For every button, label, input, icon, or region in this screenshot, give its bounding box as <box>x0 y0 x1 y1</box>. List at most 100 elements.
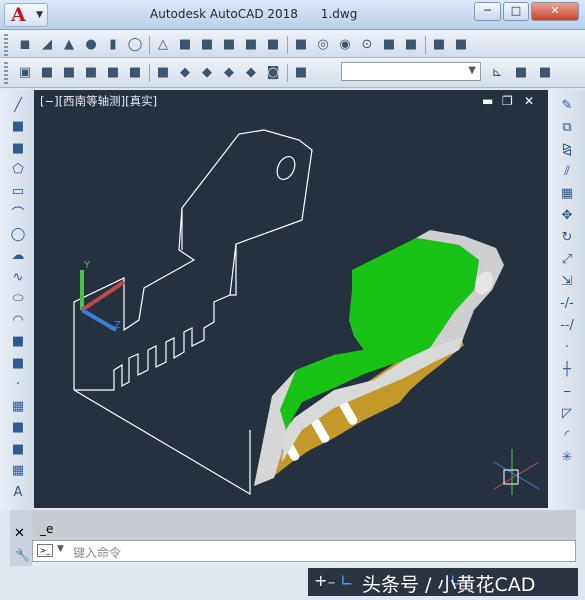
array-icon[interactable]: ▦ <box>558 184 576 202</box>
minimize-button[interactable]: ─ <box>474 2 501 21</box>
spline-icon[interactable]: ∿ <box>9 268 27 286</box>
box-icon[interactable]: ◼ <box>16 35 34 53</box>
nw-iso-icon[interactable]: ◆ <box>242 63 260 81</box>
ucs-world-icon[interactable]: ■ <box>512 63 530 81</box>
move-icon[interactable]: ✥ <box>558 206 576 224</box>
scale-icon[interactable]: ⤢ <box>558 250 576 268</box>
top-view-icon[interactable]: ■ <box>38 63 56 81</box>
circle-icon[interactable]: ◯ <box>9 225 27 243</box>
extend-icon[interactable]: --/ <box>558 316 576 334</box>
right-view-icon[interactable]: ■ <box>104 63 122 81</box>
se-iso-icon[interactable]: ◆ <box>198 63 216 81</box>
intersect-icon[interactable]: ⊙ <box>358 35 376 53</box>
toolbar-separator <box>149 64 150 82</box>
ne-iso-icon[interactable]: ◆ <box>220 63 238 81</box>
construction-line-icon[interactable]: ■ <box>9 118 27 136</box>
3d-rotate-icon[interactable]: ■ <box>402 35 420 53</box>
ucs-y-label: Y <box>83 260 91 271</box>
command-prompt-icon[interactable]: >_ <box>37 544 53 557</box>
arc-icon[interactable]: ⌒ <box>9 204 27 222</box>
named-views-icon[interactable]: ■ <box>292 63 310 81</box>
insert-block-icon[interactable]: ■ <box>9 333 27 351</box>
presspull-icon[interactable]: ■ <box>220 35 238 53</box>
chamfer-icon[interactable]: ◸ <box>558 404 576 422</box>
wedge-icon[interactable]: ◢ <box>38 35 56 53</box>
trim-icon[interactable]: -/- <box>558 294 576 312</box>
revcloud-icon[interactable]: ☁ <box>9 247 27 265</box>
gradient-icon[interactable]: ■ <box>9 419 27 437</box>
toolbar-grip[interactable] <box>4 62 8 84</box>
modeling-toolbar: ◼ ◢ ▲ ● ▮ ◯ △ ■ ■ ■ ■ ■ ■ ◎ ◉ ⊙ ■ ■ ■ ■ <box>0 30 585 58</box>
pyramid-icon[interactable]: △ <box>154 35 172 53</box>
left-view-icon[interactable]: ■ <box>82 63 100 81</box>
ortho-icon[interactable]: ∟ <box>340 571 353 590</box>
cylinder-icon[interactable]: ▮ <box>104 35 122 53</box>
command-close-button[interactable]: ✕ <box>14 526 25 541</box>
explode-icon[interactable]: ✳ <box>558 448 576 466</box>
model-space-icon[interactable]: +− <box>314 571 336 590</box>
maximize-button[interactable]: □ <box>503 2 529 21</box>
planar-surface-icon[interactable]: ■ <box>176 35 194 53</box>
3d-array-icon[interactable]: ■ <box>452 35 470 53</box>
polyline-icon[interactable]: ■ <box>9 139 27 157</box>
mirror-icon[interactable]: ⧎ <box>558 140 576 158</box>
polygon-icon[interactable]: ⬠ <box>9 161 27 179</box>
toolbar-separator <box>287 36 288 54</box>
toolbar-grip[interactable] <box>4 34 8 56</box>
loft-icon[interactable]: ■ <box>292 35 310 53</box>
toolbar-separator <box>149 36 150 54</box>
wrench-icon[interactable]: 🔧 <box>15 548 30 562</box>
offset-icon[interactable]: ⫽ <box>558 162 576 180</box>
break-at-point-icon[interactable]: · <box>558 338 576 356</box>
region-icon[interactable]: ■ <box>9 440 27 458</box>
stretch-icon[interactable]: ⇲ <box>558 272 576 290</box>
mtext-icon[interactable]: A <box>9 483 27 501</box>
3d-align-icon[interactable]: ■ <box>430 35 448 53</box>
sweep-icon[interactable]: ■ <box>242 35 260 53</box>
sw-iso-icon[interactable]: ◆ <box>176 63 194 81</box>
ellipse-arc-icon[interactable]: ◠ <box>9 311 27 329</box>
application-menu-button[interactable]: A ▼ <box>4 3 48 27</box>
cone-icon[interactable]: ▲ <box>60 35 78 53</box>
point-icon[interactable]: · <box>9 376 27 394</box>
table-icon[interactable]: ▦ <box>9 462 27 480</box>
window-title: Autodesk AutoCAD 2018 1.dwg <box>150 7 358 21</box>
view-icon[interactable]: ▣ <box>16 63 34 81</box>
close-button[interactable]: ✕ <box>531 2 579 21</box>
hatch-icon[interactable]: ▦ <box>9 397 27 415</box>
solid-key-model <box>254 230 504 486</box>
erase-icon[interactable]: ✎ <box>558 96 576 114</box>
fillet-icon[interactable]: ◜ <box>558 426 576 444</box>
sphere-icon[interactable]: ● <box>82 35 100 53</box>
join-icon[interactable]: ⎯ <box>558 382 576 400</box>
view-selector-dropdown[interactable]: ▼ <box>341 62 481 81</box>
chevron-down-icon[interactable]: ▼ <box>57 544 64 554</box>
view-toolbar: ▼ ▣ ■ ■ ■ ■ ■ ■ ◆ ◆ ◆ ◆ ◙ ■ ⊾ ■ ■ <box>0 58 585 88</box>
drawing-viewport[interactable]: [−][西南等轴测][真实] ▬ ❐ ✕ Y Z <box>34 90 548 508</box>
back-view-icon[interactable]: ■ <box>154 63 172 81</box>
rotate-icon[interactable]: ↻ <box>558 228 576 246</box>
chevron-down-icon: ▼ <box>36 10 43 20</box>
copy-icon[interactable]: ⧉ <box>558 118 576 136</box>
line-icon[interactable]: ╱ <box>9 96 27 114</box>
break-icon[interactable]: ┼ <box>558 360 576 378</box>
command-history-text: _e <box>40 522 54 536</box>
command-input[interactable]: >_ ▼ 键入命令 <box>32 540 576 562</box>
3d-move-icon[interactable]: ■ <box>380 35 398 53</box>
toolbar-separator <box>287 64 288 82</box>
ucs-icon[interactable]: ⊾ <box>488 63 506 81</box>
ellipse-icon[interactable]: ⬭ <box>9 290 27 308</box>
subtract-icon[interactable]: ◉ <box>336 35 354 53</box>
command-input-placeholder: 键入命令 <box>73 546 122 560</box>
union-icon[interactable]: ◎ <box>314 35 332 53</box>
front-view-icon[interactable]: ■ <box>126 63 144 81</box>
revolve-icon[interactable]: ■ <box>264 35 282 53</box>
torus-icon[interactable]: ◯ <box>126 35 144 53</box>
extrude-icon[interactable]: ■ <box>198 35 216 53</box>
rectangle-icon[interactable]: ▭ <box>9 182 27 200</box>
watermark-text: 头条号 / 小黄花CAD <box>362 574 536 596</box>
make-block-icon[interactable]: ■ <box>9 354 27 372</box>
bottom-view-icon[interactable]: ■ <box>60 63 78 81</box>
camera-icon[interactable]: ◙ <box>264 63 282 81</box>
ucs-previous-icon[interactable]: ■ <box>536 63 554 81</box>
